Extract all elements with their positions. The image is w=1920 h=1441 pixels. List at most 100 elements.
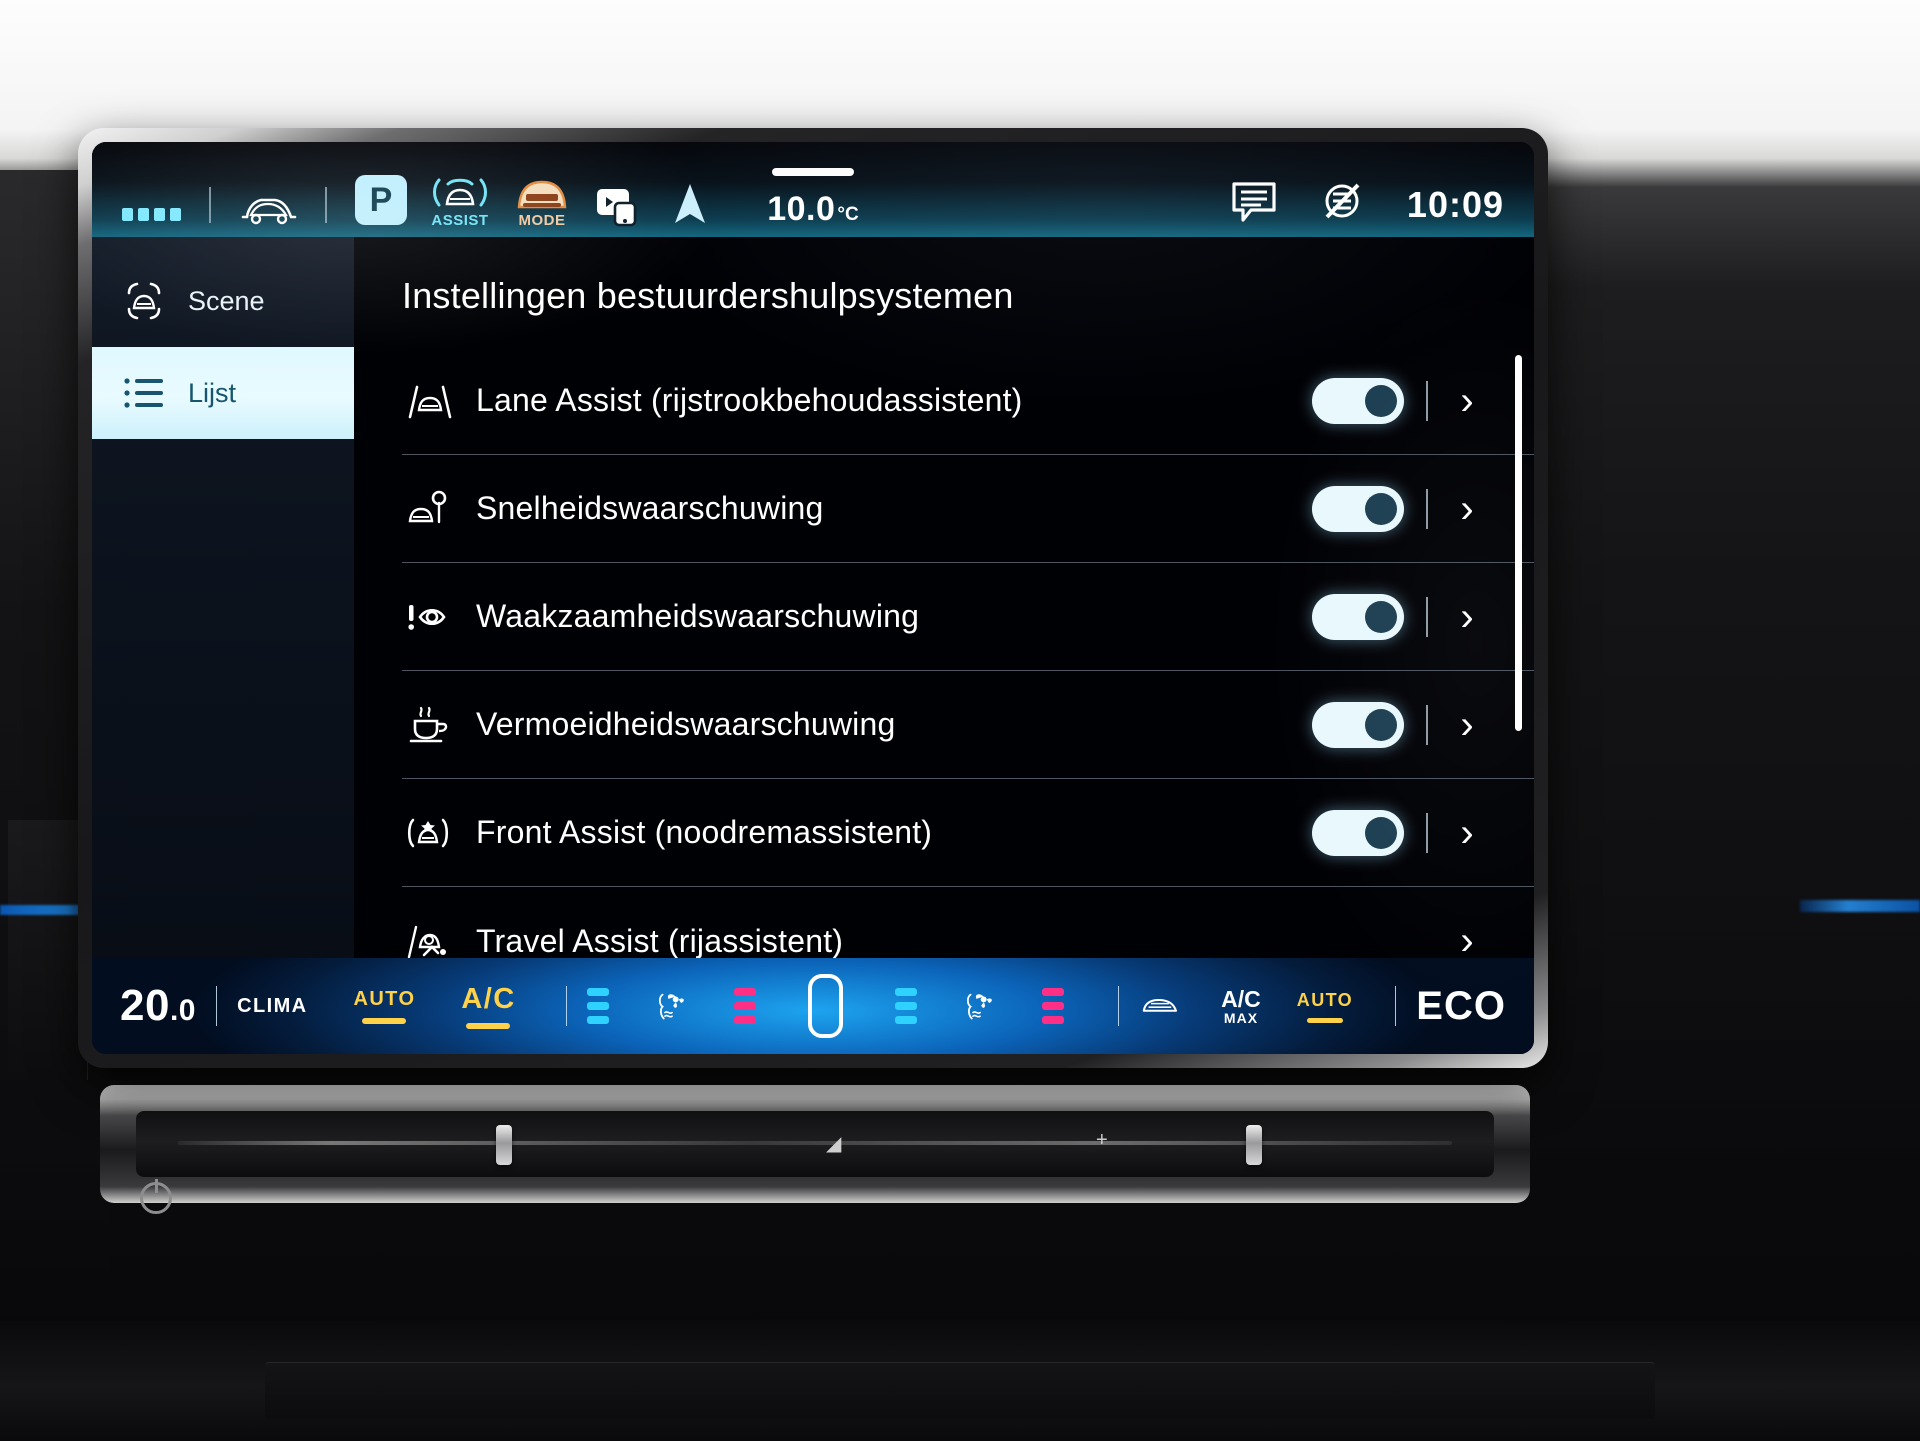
left-seat-heat-indicator[interactable] — [733, 988, 756, 1024]
lane-assist-icon — [402, 379, 476, 423]
auto-button[interactable]: AUTO — [354, 988, 416, 1024]
chevron-right-icon[interactable]: › — [1452, 705, 1482, 745]
brightness-marker-icon: ◢ — [826, 1133, 842, 1155]
seat-fan-heat-icon-right[interactable] — [961, 977, 998, 1035]
row-separator — [1426, 921, 1428, 961]
status-bar: P ASSIST MODE 10.0 °C 10:09 — [92, 142, 1534, 237]
auto-right-button[interactable]: AUTO — [1297, 990, 1353, 1023]
screen-body: Scene Lijst Instellingen bestuurdershulp… — [92, 237, 1534, 961]
climate-temp-int: 20 — [120, 981, 170, 1030]
sidebar-item-scene[interactable]: Scene — [92, 255, 354, 347]
slider-knob-right[interactable] — [1246, 1125, 1262, 1165]
clima-button[interactable]: CLIMA — [237, 995, 307, 1018]
phone-button[interactable] — [593, 183, 647, 229]
auto-active-underline — [362, 1018, 407, 1024]
drive-mode-label: MODE — [518, 212, 566, 229]
assist-button[interactable]: ASSIST — [429, 171, 491, 229]
list-item-lane-assist[interactable]: Lane Assist (rijstrookbehoudassistent) › — [402, 347, 1534, 455]
climate-bar: 20.0 CLIMA AUTO A/C A/C MAX AUTO ECO — [92, 958, 1534, 1054]
climate-temperature[interactable]: 20.0 — [120, 981, 196, 1031]
dash-stitch-panel — [8, 820, 88, 1080]
chevron-right-icon[interactable]: › — [1452, 381, 1482, 421]
coffee-cup-icon — [402, 703, 476, 747]
right-seat-heat-indicator[interactable] — [1042, 988, 1065, 1024]
display-square-button[interactable] — [807, 974, 844, 1038]
list-item-attention-warning[interactable]: Waakzaamheidswaarschuwing › — [402, 563, 1534, 671]
rear-defrost-icon[interactable] — [1139, 984, 1181, 1028]
ac-max-button[interactable]: A/C MAX — [1221, 985, 1261, 1026]
ac-max-line2: MAX — [1223, 1009, 1259, 1026]
scrollbar-thumb[interactable] — [1515, 355, 1522, 731]
temperature-unit: °C — [837, 204, 859, 225]
status-bar-right-group: 10:09 — [1229, 179, 1504, 229]
ac-label: A/C — [461, 983, 516, 1015]
screen-bezel: P ASSIST MODE 10.0 °C 10:09 Scene Lijst … — [78, 128, 1548, 1068]
sidebar-item-scene-label: Scene — [188, 285, 265, 316]
climate-temp-dec: .0 — [169, 994, 196, 1027]
park-button[interactable]: P — [355, 175, 407, 229]
toggle-fatigue-warning[interactable] — [1312, 701, 1404, 748]
status-divider-1 — [209, 187, 211, 223]
temperature-value: 10.0 — [767, 190, 836, 228]
park-badge: P — [355, 175, 407, 225]
front-assist-icon — [402, 811, 476, 855]
climate-divider-4 — [1395, 986, 1397, 1026]
attention-eye-icon — [402, 595, 476, 639]
row-separator — [1426, 704, 1428, 745]
navigation-button[interactable] — [669, 179, 711, 229]
chevron-right-icon[interactable]: › — [1452, 489, 1482, 529]
assist-icon — [433, 178, 487, 207]
toggle-knob — [1365, 708, 1397, 741]
sidebar-item-lijst[interactable]: Lijst — [92, 347, 354, 439]
physical-slider-strip[interactable]: ◢ + — [100, 1085, 1530, 1203]
toggle-speed-warning[interactable] — [1312, 485, 1404, 532]
car-side-icon — [241, 198, 297, 225]
settings-list: Lane Assist (rijstrookbehoudassistent) › — [402, 347, 1534, 995]
slider-knob-left[interactable] — [496, 1125, 512, 1165]
outside-temperature: 10.0 °C — [767, 190, 859, 229]
row-separator — [1426, 596, 1428, 637]
plus-marker-icon: + — [1096, 1129, 1108, 1151]
drive-mode-icon — [517, 180, 567, 209]
vehicle-button[interactable] — [239, 187, 297, 229]
apps-button[interactable] — [122, 208, 181, 229]
list-item-front-assist-label: Front Assist (noodremassistent) — [476, 814, 933, 850]
ambient-light-right — [1800, 900, 1920, 912]
right-fan-level-indicator[interactable] — [895, 988, 918, 1024]
climate-divider-2 — [565, 986, 567, 1026]
drag-handle[interactable] — [772, 168, 854, 176]
row-separator — [1426, 812, 1428, 853]
list-item-speed-warning[interactable]: Snelheidswaarschuwing › — [402, 455, 1534, 563]
dash-bottom-ledge — [0, 1321, 1920, 1441]
chevron-right-icon[interactable]: › — [1452, 597, 1482, 637]
chevron-right-icon[interactable]: › — [1452, 813, 1482, 853]
toggle-knob — [1365, 384, 1397, 417]
seat-fan-heat-icon-left[interactable] — [653, 977, 690, 1035]
grid-apps-icon — [122, 208, 181, 221]
phone-connect-icon — [597, 189, 637, 227]
status-divider-2 — [325, 187, 327, 223]
page-title: Instellingen bestuurdershulpsystemen — [402, 275, 1014, 316]
ac-button[interactable]: A/C — [461, 983, 515, 1029]
clima-label: CLIMA — [237, 994, 308, 1017]
left-fan-level-indicator[interactable] — [586, 988, 609, 1024]
ac-active-underline — [466, 1023, 511, 1029]
status-bar-left-group: P ASSIST MODE — [122, 171, 711, 229]
speed-warning-icon — [402, 487, 476, 531]
car-sensor-icon — [122, 279, 166, 323]
chevron-right-icon[interactable]: › — [1452, 921, 1482, 961]
ac-max-line1: A/C — [1221, 985, 1261, 1012]
list-item-lane-assist-label: Lane Assist (rijstrookbehoudassistent) — [476, 382, 1023, 418]
list-item-front-assist[interactable]: Front Assist (noodremassistent) › — [402, 779, 1534, 887]
toggle-front-assist[interactable] — [1312, 809, 1404, 856]
eco-button[interactable]: ECO — [1416, 984, 1506, 1029]
power-button-icon[interactable] — [140, 1179, 172, 1214]
message-bubble-icon[interactable] — [1229, 179, 1279, 223]
toggle-attention-warning[interactable] — [1312, 593, 1404, 640]
row-separator — [1426, 380, 1428, 421]
drive-mode-button[interactable]: MODE — [513, 173, 571, 229]
sound-muted-icon[interactable] — [1319, 179, 1367, 223]
content-panel: Instellingen bestuurdershulpsystemen Lan… — [354, 237, 1534, 961]
list-item-fatigue-warning[interactable]: Vermoeidheidswaarschuwing › — [402, 671, 1534, 779]
toggle-lane-assist[interactable] — [1312, 377, 1404, 424]
